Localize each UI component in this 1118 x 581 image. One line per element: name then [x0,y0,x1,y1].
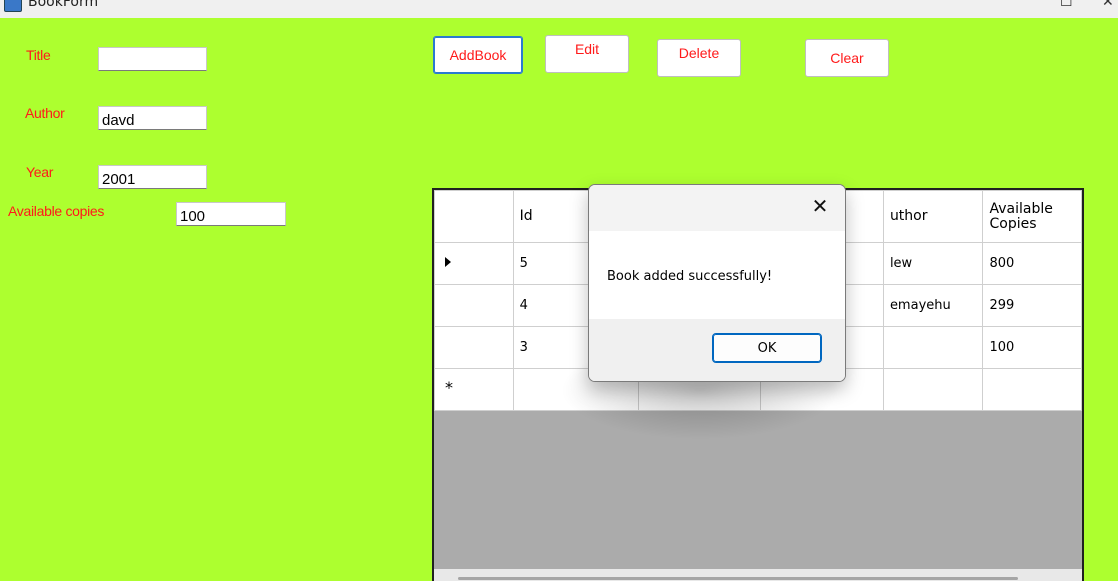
column-header-available-copies[interactable]: Available Copies [982,190,1082,243]
title-input[interactable] [98,47,207,71]
close-window-button[interactable]: ✕ [1102,0,1114,10]
row-header[interactable] [434,242,514,285]
current-row-arrow-icon [445,257,451,267]
horizontal-scrollbar[interactable] [434,569,1082,581]
clear-button[interactable]: Clear [805,39,889,77]
table-cell[interactable]: 299 [982,284,1082,327]
year-input[interactable] [98,165,207,189]
dialog-message: Book added successfully! [607,269,773,284]
edit-button[interactable]: Edit [545,35,629,73]
table-cell[interactable] [882,326,984,369]
row-header[interactable] [434,284,514,327]
available-copies-label: Available copies [8,203,105,219]
new-row-star-icon: * [445,378,453,397]
dialog-close-button[interactable]: ✕ [805,193,835,219]
available-copies-input[interactable] [176,202,286,226]
window-title: BookForm [28,0,99,10]
ok-button[interactable]: OK [712,333,822,363]
window-titlebar: BookForm ☐ ✕ [0,0,1118,18]
form-icon [4,0,22,12]
column-header-author[interactable]: uthor [882,190,984,243]
dialog-footer: OK [589,319,845,381]
table-cell[interactable]: lew [882,242,984,285]
new-row-header[interactable]: * [434,368,514,411]
title-label: Title [26,47,51,63]
table-cell[interactable]: 800 [982,242,1082,285]
row-header[interactable] [434,326,514,369]
add-book-button[interactable]: AddBook [433,36,523,74]
scrollbar-thumb[interactable] [458,577,1018,580]
author-input[interactable] [98,106,207,130]
author-label: Author [25,105,65,121]
maximize-button[interactable]: ☐ [1060,0,1073,10]
year-label: Year [26,164,54,180]
table-cell[interactable] [882,368,984,411]
table-cell[interactable]: emayehu [882,284,984,327]
table-cell[interactable]: 100 [982,326,1082,369]
table-cell[interactable] [982,368,1082,411]
grid-corner-cell [434,190,514,243]
delete-button[interactable]: Delete [657,39,741,77]
message-dialog: ✕ Book added successfully! OK [588,184,846,382]
